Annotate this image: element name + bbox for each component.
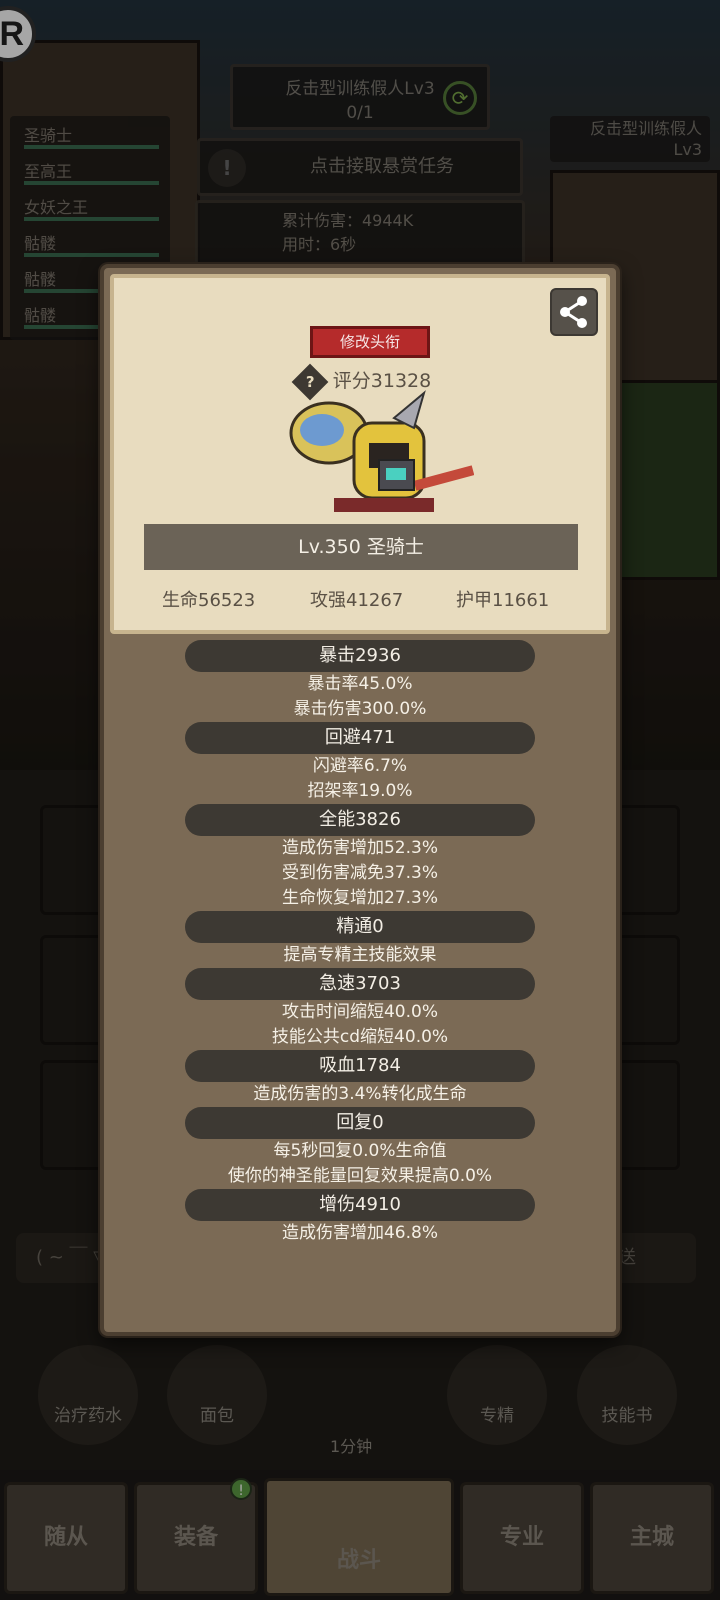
stat-detail: 使你的神圣能量回复效果提高0.0%	[227, 1166, 493, 1186]
stat-header: 暴击2936	[185, 640, 535, 672]
stat-header: 吸血1784	[185, 1050, 535, 1082]
armor-stat: 护甲11661	[456, 590, 550, 611]
hp-stat: 生命56523	[162, 590, 256, 611]
stat-detail: 造成伤害的3.4%转化成生命	[253, 1084, 467, 1104]
attack-stat: 攻强41267	[310, 590, 404, 611]
stat-group-avoidance: 回避471 闪避率6.7% 招架率19.0%	[104, 722, 616, 804]
level-name-banner: Lv.350 圣骑士	[144, 524, 578, 570]
share-button[interactable]	[550, 288, 598, 336]
stat-detail: 生命恢复增加27.3%	[281, 888, 438, 908]
edit-title-button[interactable]: 修改头衔	[310, 326, 430, 358]
stat-header: 回复0	[185, 1107, 535, 1139]
stat-group-haste: 急速3703 攻击时间缩短40.0% 技能公共cd缩短40.0%	[104, 968, 616, 1050]
stat-group-crit: 暴击2936 暴击率45.0% 暴击伤害300.0%	[104, 640, 616, 722]
stat-detail: 暴击率45.0%	[307, 674, 413, 694]
card-header-panel: 修改头衔 ? 评分31328 Lv.350 圣骑士 生命56523 攻强41267…	[110, 274, 610, 634]
stat-group-regen: 回复0 每5秒回复0.0%生命值 使你的神圣能量回复效果提高0.0%	[104, 1107, 616, 1189]
stat-detail: 技能公共cd缩短40.0%	[271, 1027, 449, 1047]
stat-header: 回避471	[185, 722, 535, 754]
stat-group-lifesteal: 吸血1784 造成伤害的3.4%转化成生命	[104, 1050, 616, 1107]
character-detail-card: 修改头衔 ? 评分31328 Lv.350 圣骑士 生命56523 攻强41267…	[100, 264, 620, 1336]
stat-detail: 每5秒回复0.0%生命值	[273, 1141, 447, 1161]
stat-detail: 提高专精主技能效果	[283, 945, 437, 965]
share-icon	[560, 296, 587, 328]
stat-header: 全能3826	[185, 804, 535, 836]
secondary-stats-list: 暴击2936 暴击率45.0% 暴击伤害300.0% 回避471 闪避率6.7%…	[104, 640, 616, 1246]
stat-detail: 攻击时间缩短40.0%	[281, 1002, 438, 1022]
stat-group-mastery: 精通0 提高专精主技能效果	[104, 911, 616, 968]
stat-header: 精通0	[185, 911, 535, 943]
stat-detail: 招架率19.0%	[307, 781, 413, 801]
stat-group-damage-bonus: 增伤4910 造成伤害增加46.8%	[104, 1189, 616, 1246]
base-stats-row: 生命56523 攻强41267 护甲11661	[114, 586, 614, 616]
stat-group-versatility: 全能3826 造成伤害增加52.3% 受到伤害减免37.3% 生命恢复增加27.…	[104, 804, 616, 911]
stat-detail: 造成伤害增加52.3%	[281, 838, 438, 858]
stat-detail: 闪避率6.7%	[312, 756, 408, 776]
stat-detail: 暴击伤害300.0%	[293, 699, 427, 719]
stat-header: 增伤4910	[185, 1189, 535, 1221]
stat-detail: 受到伤害减免37.3%	[281, 863, 438, 883]
stat-header: 急速3703	[185, 968, 535, 1000]
paladin-character-sprite	[289, 390, 474, 512]
stat-detail: 造成伤害增加46.8%	[281, 1223, 438, 1243]
